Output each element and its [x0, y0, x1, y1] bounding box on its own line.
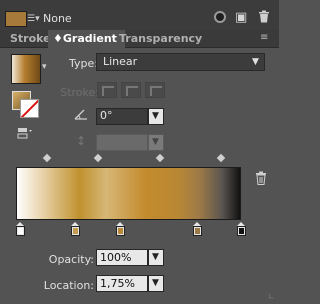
angle-icon [74, 108, 88, 123]
stop-color [195, 228, 200, 234]
stop-color [239, 228, 244, 234]
gradient-midpoint[interactable] [155, 153, 165, 163]
stroke-along-button[interactable] [121, 82, 141, 98]
stroke-within-button[interactable] [97, 82, 117, 98]
tab-transparency[interactable]: Transparency [113, 30, 208, 47]
aspect-ratio-input [96, 134, 148, 151]
gradient-stop[interactable] [237, 222, 246, 237]
opacity-value: 100% [100, 251, 132, 264]
panel-menu-icon[interactable]: ≡ [260, 32, 268, 43]
type-value: Linear [103, 55, 138, 68]
gradient-stop[interactable] [16, 222, 25, 237]
gradient-midpoint[interactable] [42, 153, 52, 163]
color-wheel-icon[interactable] [214, 11, 226, 23]
trash-icon[interactable] [255, 171, 267, 188]
chevron-down-icon: ▼ [152, 111, 159, 121]
stroke-label: Stroke: [60, 86, 99, 99]
swatch-menu-icon[interactable]: ☰▾ [27, 14, 40, 24]
gradient-midpoint[interactable] [216, 153, 226, 163]
chevron-down-icon[interactable]: ▾ [42, 62, 47, 72]
opacity-label: Opacity: [48, 253, 94, 266]
resize-grip-icon[interactable]: ∟ [268, 292, 275, 301]
trash-icon[interactable] [258, 10, 270, 26]
angle-value: 0° [100, 109, 113, 122]
location-label: Location: [43, 279, 94, 292]
stroke-across-button[interactable] [145, 82, 165, 98]
location-value: 1,75% [100, 277, 135, 290]
chevron-down-icon: ▼ [152, 278, 159, 288]
chevron-down-icon: ▼ [152, 137, 159, 147]
gradient-slider[interactable] [16, 167, 241, 220]
gradient-stop[interactable] [71, 222, 80, 237]
gradient-midpoint[interactable] [93, 153, 103, 163]
gradient-stop[interactable] [193, 222, 202, 237]
gradient-stop[interactable] [116, 222, 125, 237]
type-label: Type: [69, 57, 98, 70]
gradient-preview-swatch[interactable] [11, 54, 41, 84]
reverse-gradient-icon[interactable] [17, 127, 33, 144]
stop-color [18, 228, 23, 234]
chevron-down-icon: ▼ [152, 252, 159, 262]
swatch-name: None [43, 12, 72, 25]
stop-color [118, 228, 123, 234]
new-swatch-icon[interactable]: ▣ [235, 10, 247, 25]
stop-color [73, 228, 78, 234]
aspect-ratio-icon: ↕ [76, 134, 87, 148]
stroke-box[interactable] [20, 99, 39, 118]
chevron-down-icon[interactable]: ▼ [252, 57, 259, 67]
current-swatch[interactable] [5, 11, 27, 27]
